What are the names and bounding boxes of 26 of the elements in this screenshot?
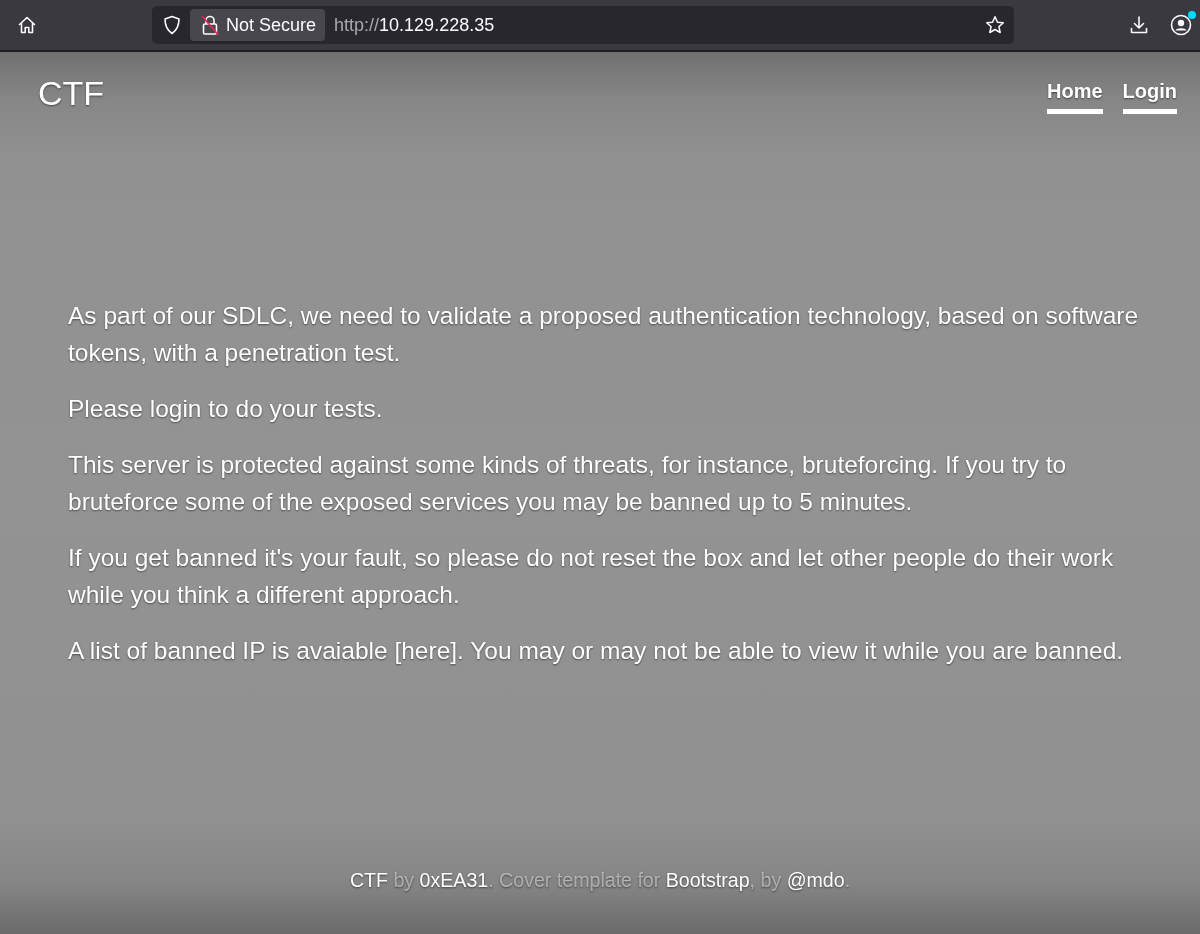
body-paragraph: A list of banned IP is avaiable [here]. You may or may not be able to view it while you are banned. bbox=[68, 636, 1125, 666]
body-paragraph: Please login to do your tests. bbox=[68, 394, 384, 424]
account-button[interactable] bbox=[1169, 13, 1193, 37]
tracking-protection-button[interactable] bbox=[162, 14, 182, 36]
address-bar[interactable]: Not Secure http://10.129.228.35 bbox=[152, 6, 1014, 44]
crossed-lock-icon bbox=[200, 14, 220, 36]
footer-link[interactable]: @mdo bbox=[786, 869, 845, 891]
body-paragraph: This server is protected against some kinds of threats, for instance, bruteforcing. If you try to bruteforce some of the exposed services you may be banned up to 5 minutes. bbox=[68, 450, 1068, 517]
site-security-button[interactable]: Not Secure bbox=[190, 9, 326, 41]
footer-link[interactable]: Bootstrap bbox=[665, 869, 750, 891]
star-icon bbox=[985, 15, 1005, 35]
home-icon bbox=[17, 15, 37, 35]
url-text: http://10.129.228.35 bbox=[334, 14, 496, 36]
download-icon bbox=[1129, 15, 1149, 35]
profile-icon bbox=[1170, 14, 1192, 36]
body-paragraph: As part of our SDLC, we need to validate a proposed authentication technology, based on software tokens, with a penetration test. bbox=[68, 301, 1140, 368]
shield-icon bbox=[163, 15, 181, 35]
downloads-button[interactable] bbox=[1129, 15, 1149, 35]
nav-link[interactable]: Home bbox=[1047, 79, 1103, 114]
body-paragraph: If you get banned it's your fault, so please do not reset the box and let other people do their work while you think a different approach. bbox=[68, 543, 1115, 610]
site-title: CTF bbox=[38, 73, 105, 114]
bookmark-button[interactable] bbox=[984, 14, 1006, 36]
footer-link[interactable]: CTF bbox=[349, 869, 388, 891]
nav-link[interactable]: Login bbox=[1122, 79, 1177, 114]
footer-link[interactable]: 0xEA31 bbox=[419, 869, 489, 891]
home-button[interactable] bbox=[16, 14, 38, 36]
